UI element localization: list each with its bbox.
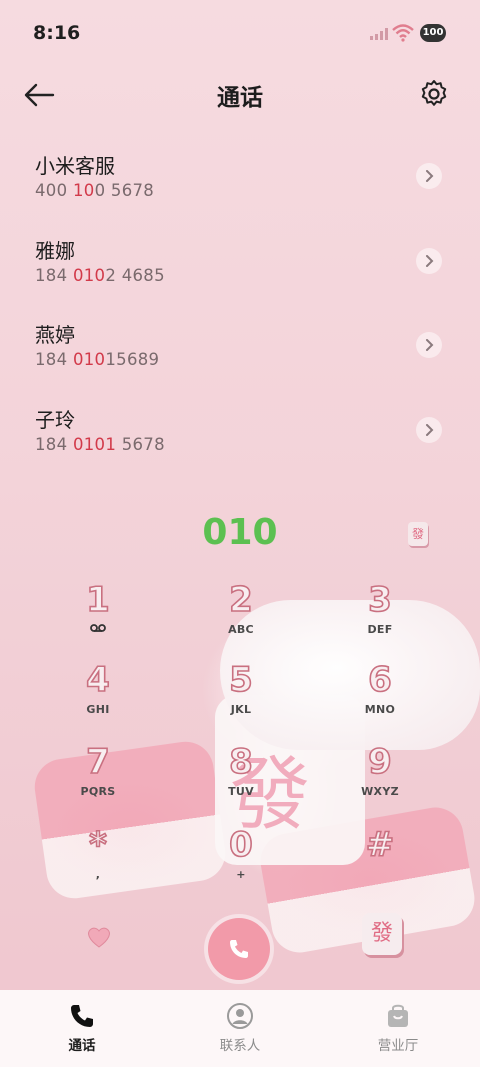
contacts-icon [227, 1003, 253, 1029]
key-9[interactable]: 9 WXYZ [320, 741, 440, 812]
chevron-right-icon [426, 423, 434, 436]
contact-row[interactable]: 子玲 184 0101 5678 [0, 394, 480, 479]
key-5[interactable]: 5 JKL [181, 659, 301, 730]
mahjong-fa-tile-icon[interactable]: 發 [362, 913, 402, 955]
bottom-tab-bar: 通话 联系人 营业厅 [0, 990, 480, 1067]
tab-contacts[interactable]: 联系人 [160, 990, 320, 1067]
key-3[interactable]: 3 DEF [320, 579, 440, 650]
contact-details-button[interactable] [416, 416, 442, 443]
top-bar: 通话 [0, 66, 480, 122]
status-bar: 8:16 100 [0, 0, 480, 66]
key-6[interactable]: 6 MNO [320, 659, 440, 730]
contact-name: 子玲 [35, 407, 75, 432]
key-1[interactable]: 1 [38, 579, 158, 650]
key-4[interactable]: 4 GHI [38, 659, 158, 730]
contact-number: 184 0102 4685 [35, 265, 165, 285]
wifi-icon [392, 24, 414, 42]
contact-details-button[interactable] [416, 163, 442, 189]
key-hash[interactable]: # [320, 824, 440, 895]
page-title: 通话 [217, 85, 263, 111]
key-8[interactable]: 8 TUV [181, 741, 301, 812]
contact-number: 184 01015689 [35, 350, 160, 369]
tab-label: 联系人 [219, 1038, 261, 1054]
contact-row[interactable]: 燕婷 184 01015689 [0, 309, 480, 394]
key-2[interactable]: 2 ABC [181, 579, 301, 650]
contact-name: 燕婷 [35, 323, 75, 347]
settings-gear-icon[interactable] [418, 78, 450, 110]
contact-number: 400 100 5678 [35, 181, 155, 200]
store-bag-icon [388, 1004, 408, 1027]
contact-row[interactable]: 小米客服 400 100 5678 [0, 140, 480, 225]
contact-suggestion-list: 小米客服 400 100 5678 雅娜 184 0102 4685 燕婷 18… [0, 140, 480, 478]
chevron-right-icon [426, 339, 434, 351]
tab-label: 营业厅 [377, 1038, 419, 1054]
chevron-right-icon [426, 170, 434, 182]
phone-icon [71, 1005, 93, 1027]
heart-icon[interactable] [86, 925, 112, 949]
key-0[interactable]: 0 + [181, 824, 301, 895]
battery-indicator: 100 [420, 24, 446, 42]
call-button[interactable] [208, 918, 270, 980]
tab-calls[interactable]: 通话 [2, 990, 162, 1067]
mahjong-tile-icon[interactable]: 發 [408, 522, 428, 546]
contact-details-button[interactable] [416, 247, 442, 274]
contact-row[interactable]: 雅娜 184 0102 4685 [0, 225, 480, 310]
contact-number: 184 0101 5678 [35, 434, 165, 454]
contact-details-button[interactable] [416, 332, 442, 358]
tab-label: 通话 [68, 1038, 96, 1054]
key-7[interactable]: 7 PQRS [38, 741, 158, 812]
phone-icon [230, 940, 248, 958]
chevron-right-icon [426, 254, 434, 267]
contact-name: 雅娜 [35, 238, 75, 263]
tab-store[interactable]: 营业厅 [318, 990, 478, 1067]
key-star[interactable]: *, [38, 824, 158, 895]
status-time: 8:16 [33, 22, 81, 44]
signal-icon [370, 28, 388, 40]
voicemail-icon [38, 623, 158, 636]
contact-name: 小米客服 [35, 154, 115, 178]
